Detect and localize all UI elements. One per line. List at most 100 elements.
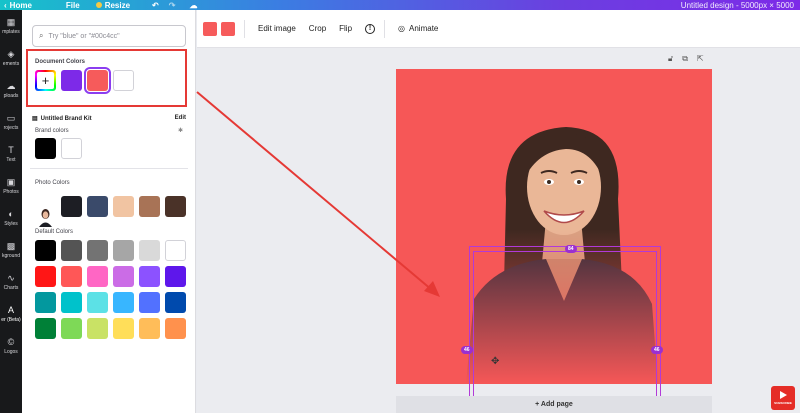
photo-colors-label: Photo Colors — [35, 180, 70, 186]
rail-item[interactable]: ▩ kground — [0, 234, 22, 266]
rail-item[interactable]: ▣ Photos — [0, 170, 22, 202]
page-tools: 🔓︎ ⧉ ⇱ — [668, 54, 704, 64]
default-color-swatch[interactable] — [113, 240, 134, 261]
lock-icon[interactable]: 🔓︎ — [668, 54, 673, 64]
photo-thumbnail[interactable] — [35, 206, 56, 227]
top-menu-bar: ‹ Home File Resize ↶ ↷ ☁ Untitled design… — [0, 0, 800, 10]
left-icon-rail: ▦ mplates ◈ ements ☁ ploads ▭ rojects T Text ▣ Phot… — [0, 10, 22, 413]
photo-color-swatch[interactable] — [113, 196, 134, 217]
color-search-input[interactable]: ⌕ Try "blue" or "#00c4cc" — [32, 25, 186, 47]
animate-icon: ◎ — [398, 24, 406, 33]
add-color-button[interactable]: + — [35, 70, 56, 91]
rail-item[interactable]: Aer (Beta) — [0, 298, 22, 330]
add-page-icon[interactable]: ⇱ — [697, 54, 704, 64]
default-color-swatch[interactable] — [61, 240, 82, 261]
resize-handle-top[interactable]: 84 — [565, 245, 577, 253]
divider — [384, 19, 386, 38]
brand-kit-label: Untitled Brand Kit — [40, 115, 92, 122]
document-color-swatch[interactable] — [113, 70, 134, 91]
file-menu[interactable]: File — [66, 1, 80, 10]
add-page-button[interactable]: + Add page — [396, 396, 712, 413]
rail-icon: A — [7, 304, 14, 315]
default-color-swatch[interactable] — [139, 240, 160, 261]
default-color-swatch[interactable] — [87, 318, 108, 339]
rail-label: mplates — [2, 28, 20, 35]
document-color-swatch[interactable] — [61, 70, 82, 91]
rail-item[interactable]: T Text — [0, 138, 22, 170]
rail-icon: T — [8, 144, 14, 155]
selection-frame-inner — [473, 251, 657, 413]
home-button[interactable]: ‹ Home — [4, 1, 32, 10]
rail-item[interactable]: ◈ ements — [0, 42, 22, 74]
crop-button[interactable]: Crop — [309, 24, 326, 33]
image-info-button[interactable]: ! — [365, 23, 376, 34]
rail-label: er (Beta) — [1, 316, 21, 323]
default-color-swatch[interactable] — [35, 318, 56, 339]
rail-item[interactable]: ▦ mplates — [0, 10, 22, 42]
fill-color-swatch-2[interactable] — [221, 21, 235, 36]
default-color-swatch[interactable] — [165, 266, 186, 287]
rail-item[interactable]: ∿ Charts — [0, 266, 22, 298]
move-icon[interactable]: ✥ — [491, 356, 499, 367]
plus-icon: + — [41, 73, 50, 88]
resize-handle-left[interactable]: 46 — [461, 346, 473, 354]
default-color-swatch[interactable] — [113, 266, 134, 287]
rail-icon: ∿ — [7, 272, 15, 283]
rail-label: ploads — [3, 92, 19, 99]
info-icon[interactable]: ✱ — [178, 127, 183, 134]
photo-color-swatch[interactable] — [87, 196, 108, 217]
default-color-swatch[interactable] — [87, 292, 108, 313]
divider — [30, 168, 188, 169]
photo-color-swatch[interactable] — [165, 196, 186, 217]
default-color-swatch[interactable] — [165, 292, 186, 313]
photo-color-swatch[interactable] — [139, 196, 160, 217]
default-color-swatch[interactable] — [139, 292, 160, 313]
flip-button[interactable]: Flip — [339, 24, 352, 33]
edit-image-button[interactable]: Edit image — [258, 24, 296, 33]
default-color-swatch[interactable] — [165, 240, 186, 261]
default-color-swatch[interactable] — [35, 240, 56, 261]
brand-colors-label: Brand colors — [35, 128, 69, 134]
default-color-swatch[interactable] — [87, 240, 108, 261]
default-color-swatch[interactable] — [35, 292, 56, 313]
brand-kit-edit-link[interactable]: Edit — [175, 115, 186, 122]
chevron-left-icon: ‹ — [4, 0, 7, 10]
fill-color-swatch[interactable] — [203, 21, 217, 36]
animate-label: Animate — [409, 24, 439, 33]
duplicate-page-icon[interactable]: ⧉ — [682, 54, 688, 64]
document-colors-label: Document Colors — [35, 59, 86, 65]
cloud-save-icon[interactable]: ☁ — [189, 1, 197, 10]
brand-color-swatch[interactable] — [61, 138, 82, 159]
rail-item[interactable]: ◐ Styles — [0, 202, 22, 234]
home-label: Home — [9, 0, 32, 10]
default-color-swatch[interactable] — [35, 266, 56, 287]
default-color-swatch[interactable] — [61, 292, 82, 313]
design-title[interactable]: Untitled design - 5000px × 5000 — [681, 1, 794, 10]
subscribe-watermark[interactable]: SUBSCRIBE — [771, 386, 795, 410]
brand-color-swatch[interactable] — [35, 138, 56, 159]
rail-label: Photos — [3, 188, 19, 195]
document-color-swatch[interactable] — [84, 67, 111, 94]
default-color-swatch[interactable] — [165, 318, 186, 339]
rail-item[interactable]: ☁ ploads — [0, 74, 22, 106]
photo-color-swatch[interactable] — [61, 196, 82, 217]
rail-label: kground — [1, 252, 21, 259]
default-color-swatch[interactable] — [87, 266, 108, 287]
default-color-swatch[interactable] — [139, 266, 160, 287]
default-color-swatch[interactable] — [139, 318, 160, 339]
default-color-swatch[interactable] — [61, 266, 82, 287]
resize-button[interactable]: Resize — [95, 1, 130, 10]
resize-handle-right[interactable]: 46 — [651, 346, 663, 354]
default-colors-label: Default Colors — [35, 229, 74, 235]
default-color-swatch[interactable] — [61, 318, 82, 339]
redo-icon[interactable]: ↷ — [169, 1, 176, 10]
rail-item[interactable]: © Logos — [0, 330, 22, 362]
animate-button[interactable]: ◎ Animate — [398, 24, 438, 33]
default-color-swatch[interactable] — [113, 318, 134, 339]
rail-label: Logos — [4, 348, 18, 355]
undo-icon[interactable]: ↶ — [152, 1, 159, 10]
default-color-swatch[interactable] — [113, 292, 134, 313]
rail-icon: ▩ — [6, 240, 16, 251]
rail-item[interactable]: ▭ rojects — [0, 106, 22, 138]
color-panel: ⌕ Try "blue" or "#00c4cc" Document Color… — [22, 10, 196, 413]
